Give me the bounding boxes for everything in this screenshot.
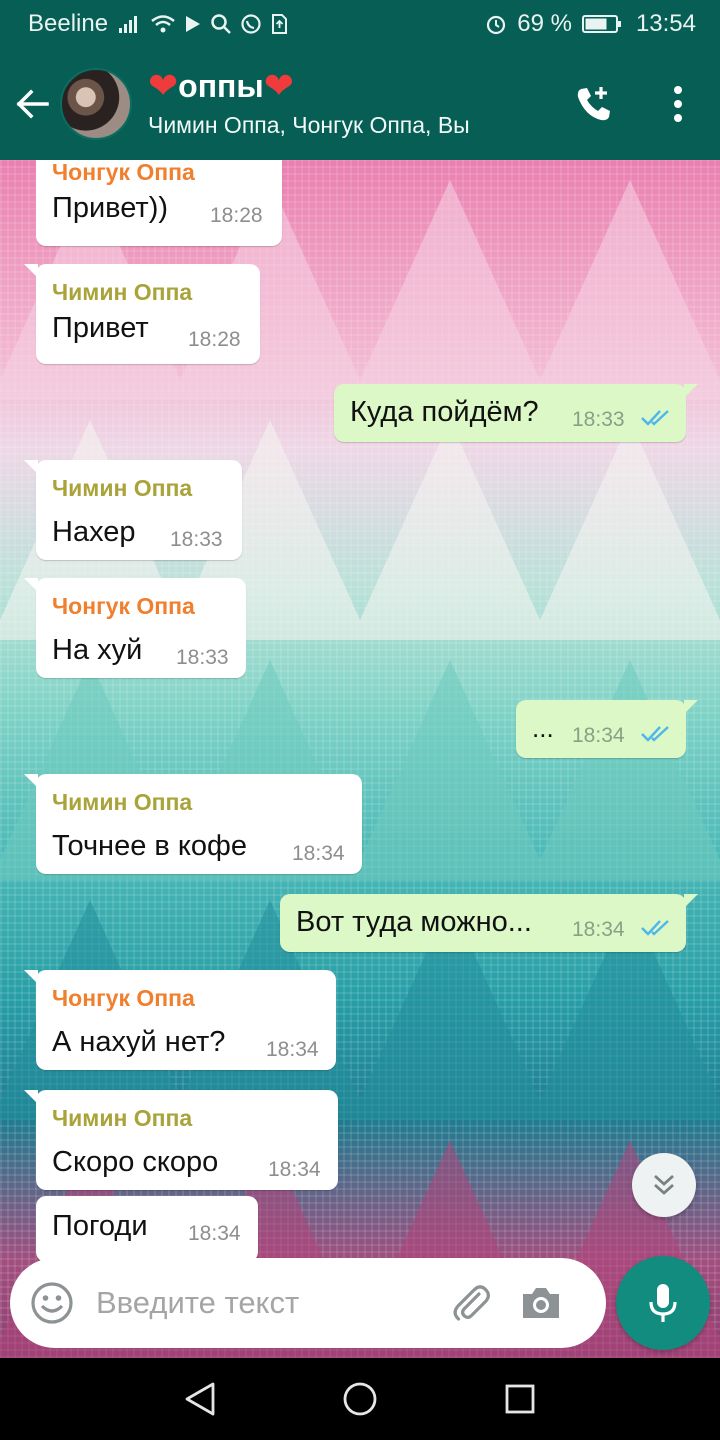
- nav-recents-button[interactable]: [480, 1358, 560, 1440]
- message-input[interactable]: [96, 1285, 416, 1321]
- bubble-tail: [684, 700, 698, 714]
- message-sender: Чонгук Оппа: [52, 985, 195, 1011]
- group-avatar[interactable]: [60, 68, 132, 140]
- voice-record-button[interactable]: [616, 1256, 710, 1350]
- message-text: Погоди: [52, 1210, 148, 1242]
- message-sender: Чонгук Оппа: [52, 593, 195, 619]
- emoji-button[interactable]: [10, 1258, 94, 1348]
- message-text: А нахуй нет?: [52, 1026, 226, 1058]
- chat-title: ❤ оппы ❤: [148, 67, 470, 105]
- bubble-tail: [24, 774, 38, 788]
- whatsapp-icon: [241, 14, 261, 34]
- chat-wallpaper[interactable]: Чонгук Оппа Привет)) 18:28 Чимин Оппа Пр…: [0, 160, 720, 1358]
- message-time: 18:34: [188, 1222, 241, 1245]
- message-sender: Чимин Оппа: [52, 789, 193, 815]
- message-sender: Чимин Оппа: [52, 279, 193, 305]
- message-sender: Чонгук Оппа: [52, 160, 195, 185]
- message-bubble-incoming[interactable]: Чонгук Оппа На хуй 18:33: [24, 578, 246, 678]
- heart-icon: ❤: [263, 65, 294, 106]
- message-sender: Чимин Оппа: [52, 1105, 193, 1131]
- participants-list: Чимин Оппа, Чонгук Оппа, Вы: [148, 112, 470, 138]
- message-bubble-incoming[interactable]: Чимин Оппа Скоро скоро 18:34: [24, 1090, 338, 1190]
- add-call-icon: [577, 87, 610, 121]
- chat-title-text: оппы: [178, 68, 264, 104]
- square-recents-icon: [505, 1384, 535, 1414]
- read-ticks-icon: [641, 920, 669, 936]
- message-composer: [10, 1258, 606, 1348]
- bubble-tail: [24, 970, 38, 984]
- add-call-button[interactable]: [552, 48, 636, 160]
- message-text: ...: [532, 713, 554, 743]
- triangle-back-icon: [185, 1382, 215, 1416]
- circle-home-icon: [343, 1382, 377, 1416]
- message-bubble-incoming[interactable]: Чимин Оппа Привет 18:28: [24, 264, 260, 364]
- double-chevron-down-icon: [654, 1174, 674, 1195]
- chat-header: ❤ оппы ❤ Чимин Оппа, Чонгук Оппа, Вы: [0, 48, 720, 160]
- signal-icon: [119, 16, 138, 33]
- read-ticks-icon: [641, 726, 669, 742]
- bubble-tail: [684, 384, 698, 398]
- message-sender: Чимин Оппа: [52, 475, 193, 501]
- sim-icon: [272, 14, 288, 34]
- message-bubble-incoming[interactable]: Чимин Оппа Нахер 18:33: [24, 460, 242, 560]
- back-button[interactable]: [0, 48, 64, 160]
- message-text: Скоро скоро: [52, 1146, 219, 1178]
- attach-button[interactable]: [436, 1258, 506, 1348]
- message-time: 18:34: [292, 842, 345, 865]
- more-options-button[interactable]: [636, 48, 720, 160]
- bubble-tail: [684, 894, 698, 908]
- message-time: 18:34: [572, 724, 625, 747]
- wifi-icon: [151, 15, 175, 33]
- carrier-name: Beeline: [28, 10, 109, 37]
- clock: 13:54: [635, 10, 696, 37]
- search-icon: [211, 14, 231, 34]
- message-bubble-incoming[interactable]: Чимин Оппа Точнее в кофе 18:34: [24, 774, 362, 874]
- more-vert-icon: [674, 86, 682, 122]
- arrow-left-icon: [16, 89, 49, 119]
- message-bubble-incoming[interactable]: Погоди 18:34: [36, 1196, 258, 1262]
- bubble-tail: [24, 264, 38, 278]
- message-time: 18:34: [572, 918, 625, 941]
- message-time: 18:33: [176, 646, 229, 669]
- microphone-icon: [649, 1284, 677, 1322]
- message-text: Нахер: [52, 516, 136, 548]
- chat-info[interactable]: ❤ оппы ❤ Чимин Оппа, Чонгук Оппа, Вы: [148, 67, 470, 141]
- battery-icon: [581, 15, 621, 33]
- paperclip-icon: [453, 1285, 490, 1321]
- bubble-tail: [24, 460, 38, 474]
- message-bubble-outgoing[interactable]: Куда пойдём? 18:33: [334, 384, 698, 442]
- message-time: 18:28: [188, 328, 241, 351]
- message-bubble-incoming[interactable]: Чонгук Оппа Привет)) 18:28: [36, 160, 282, 246]
- nav-home-button[interactable]: [320, 1358, 400, 1440]
- message-text: Куда пойдём?: [350, 396, 539, 428]
- message-time: 18:34: [266, 1038, 319, 1061]
- alarm-icon: [487, 15, 506, 35]
- message-bubble-outgoing[interactable]: ... 18:34: [516, 700, 698, 758]
- message-text: На хуй: [52, 634, 143, 666]
- bubble-tail: [24, 1090, 38, 1104]
- system-navigation-bar: [0, 1358, 720, 1440]
- battery-percent: 69 %: [517, 10, 572, 37]
- message-text: Вот туда можно...: [296, 906, 532, 938]
- message-text: Привет: [52, 312, 149, 344]
- scroll-to-bottom-button[interactable]: [632, 1153, 696, 1217]
- message-bubble-incoming[interactable]: Чонгук Оппа А нахуй нет? 18:34: [24, 970, 336, 1070]
- message-time: 18:33: [572, 408, 625, 431]
- smiley-icon: [31, 1282, 73, 1324]
- camera-icon: [523, 1288, 559, 1318]
- play-icon: [186, 16, 201, 32]
- message-text: Точнее в кофе: [52, 830, 247, 862]
- status-bar: Beeline 69 % 13:54: [0, 0, 720, 48]
- message-bubble-outgoing[interactable]: Вот туда можно... 18:34: [280, 894, 698, 952]
- message-text: Привет)): [52, 192, 169, 224]
- heart-icon: ❤: [148, 65, 179, 106]
- read-ticks-icon: [641, 410, 669, 426]
- camera-button[interactable]: [506, 1258, 576, 1348]
- nav-back-button[interactable]: [160, 1358, 240, 1440]
- bubble-tail: [24, 578, 38, 592]
- message-time: 18:33: [170, 528, 223, 551]
- message-time: 18:28: [210, 204, 263, 227]
- message-time: 18:34: [268, 1158, 321, 1181]
